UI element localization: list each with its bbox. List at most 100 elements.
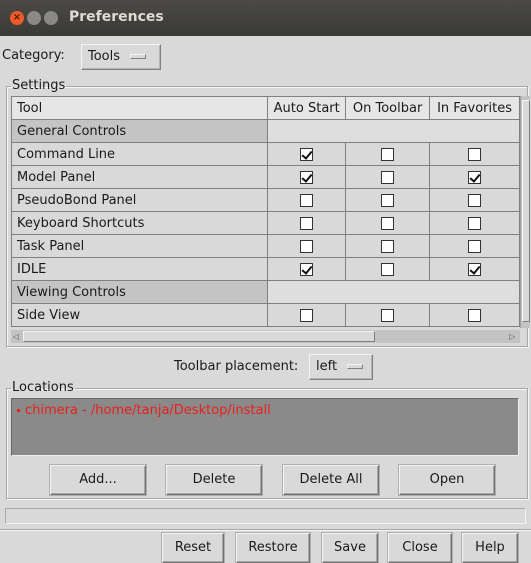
cell-on-toolbar bbox=[345, 257, 431, 281]
cell-on-toolbar bbox=[345, 165, 431, 189]
checkbox-icon[interactable] bbox=[381, 262, 395, 276]
table-row: PseudoBond Panel bbox=[10, 188, 520, 212]
table-row: Keyboard Shortcuts bbox=[10, 211, 520, 235]
table-row: IDLE bbox=[10, 257, 520, 281]
checkbox-icon[interactable] bbox=[300, 308, 314, 322]
cell-in-favorites bbox=[429, 165, 520, 189]
column-header-tool[interactable]: Tool bbox=[10, 96, 269, 120]
cell-auto-start bbox=[267, 257, 347, 281]
tool-name: PseudoBond Panel bbox=[10, 188, 269, 212]
column-header-auto-start[interactable]: Auto Start bbox=[267, 96, 347, 120]
cell-on-toolbar bbox=[345, 234, 431, 258]
table-row: Task Panel bbox=[10, 234, 520, 258]
toolbar-placement-option-menu[interactable]: left bbox=[309, 354, 373, 380]
cell-in-favorites bbox=[429, 211, 520, 235]
option-menu-indicator-icon bbox=[130, 54, 147, 59]
open-location-button[interactable]: Open bbox=[399, 465, 495, 495]
checkbox-icon[interactable] bbox=[468, 147, 482, 161]
tool-name: Side View bbox=[10, 303, 269, 327]
cell-auto-start bbox=[267, 188, 347, 212]
footer-divider bbox=[0, 529, 531, 530]
column-header-on-toolbar[interactable]: On Toolbar bbox=[345, 96, 431, 120]
delete-all-locations-button[interactable]: Delete All bbox=[283, 465, 379, 495]
group-spacer bbox=[267, 280, 520, 304]
table-row: Model Panel bbox=[10, 165, 520, 189]
location-path: chimera - /home/tanja/Desktop/install bbox=[25, 403, 271, 418]
scrollbar-thumb[interactable] bbox=[522, 100, 530, 322]
tools-table-body: General Controls Command Line Model Panel P… bbox=[10, 119, 520, 327]
toolbar-placement-row: Toolbar placement: left bbox=[0, 354, 531, 382]
cell-in-favorites bbox=[429, 188, 520, 212]
tool-name: IDLE bbox=[10, 257, 269, 281]
scroll-right-icon[interactable]: ▷ bbox=[509, 332, 515, 341]
checkbox-icon[interactable] bbox=[381, 170, 395, 184]
restore-button[interactable]: Restore bbox=[236, 533, 310, 563]
cell-on-toolbar bbox=[345, 142, 431, 166]
group-name: Viewing Controls bbox=[10, 280, 269, 304]
maximize-icon[interactable] bbox=[44, 11, 58, 25]
close-icon[interactable]: × bbox=[10, 11, 24, 25]
checkbox-icon[interactable] bbox=[381, 308, 395, 322]
category-row: Category: Tools bbox=[0, 36, 531, 76]
settings-horizontal-scrollbar[interactable]: ◁ ▷ bbox=[11, 330, 520, 343]
category-value: Tools bbox=[88, 49, 121, 64]
tools-table: Tool Auto Start On Toolbar In Favorites … bbox=[10, 96, 520, 327]
cell-auto-start bbox=[267, 234, 347, 258]
checkbox-icon[interactable] bbox=[468, 193, 482, 207]
cell-on-toolbar bbox=[345, 211, 431, 235]
column-header-in-favorites[interactable]: In Favorites bbox=[429, 96, 520, 120]
checkbox-icon[interactable] bbox=[300, 239, 314, 253]
add-location-button[interactable]: Add... bbox=[50, 465, 146, 495]
table-group-row: General Controls bbox=[10, 119, 520, 143]
checkbox-icon[interactable] bbox=[468, 262, 482, 276]
save-button[interactable]: Save bbox=[322, 533, 378, 563]
tool-name: Model Panel bbox=[10, 165, 269, 189]
close-button[interactable]: Close bbox=[388, 533, 452, 563]
category-label: Category: bbox=[2, 48, 65, 63]
checkbox-icon[interactable] bbox=[468, 216, 482, 230]
group-name: General Controls bbox=[10, 119, 269, 143]
option-menu-indicator-icon bbox=[347, 364, 364, 369]
checkbox-icon[interactable] bbox=[468, 308, 482, 322]
cell-in-favorites bbox=[429, 142, 520, 166]
minimize-icon[interactable] bbox=[27, 11, 41, 25]
table-row: Command Line bbox=[10, 142, 520, 166]
table-group-row: Viewing Controls bbox=[10, 280, 520, 304]
cell-auto-start bbox=[267, 142, 347, 166]
cell-auto-start bbox=[267, 165, 347, 189]
locations-list[interactable]: chimera - /home/tanja/Desktop/install bbox=[11, 398, 519, 456]
category-option-menu[interactable]: Tools bbox=[81, 44, 161, 70]
checkbox-icon[interactable] bbox=[300, 170, 314, 184]
group-spacer bbox=[267, 119, 520, 143]
cell-in-favorites bbox=[429, 303, 520, 327]
checkbox-icon[interactable] bbox=[381, 193, 395, 207]
table-header-row: Tool Auto Start On Toolbar In Favorites bbox=[10, 96, 520, 120]
checkbox-icon[interactable] bbox=[381, 147, 395, 161]
checkbox-icon[interactable] bbox=[300, 262, 314, 276]
checkbox-icon[interactable] bbox=[468, 239, 482, 253]
checkbox-icon[interactable] bbox=[381, 239, 395, 253]
table-row: Side View bbox=[10, 303, 520, 327]
checkbox-icon[interactable] bbox=[468, 170, 482, 184]
window-title: Preferences bbox=[69, 9, 164, 25]
checkbox-icon[interactable] bbox=[300, 216, 314, 230]
status-line bbox=[5, 508, 526, 524]
toolbar-placement-label: Toolbar placement: bbox=[174, 359, 299, 374]
delete-location-button[interactable]: Delete bbox=[166, 465, 262, 495]
scroll-left-icon[interactable]: ◁ bbox=[13, 332, 19, 341]
checkbox-icon[interactable] bbox=[300, 147, 314, 161]
list-item[interactable]: chimera - /home/tanja/Desktop/install bbox=[17, 403, 271, 418]
tool-name: Command Line bbox=[10, 142, 269, 166]
cell-auto-start bbox=[267, 211, 347, 235]
locations-legend: Locations bbox=[12, 380, 74, 395]
reset-button[interactable]: Reset bbox=[162, 533, 224, 563]
cell-in-favorites bbox=[429, 257, 520, 281]
tool-name: Keyboard Shortcuts bbox=[10, 211, 269, 235]
toolbar-placement-value: left bbox=[316, 359, 338, 374]
checkbox-icon[interactable] bbox=[300, 193, 314, 207]
cell-on-toolbar bbox=[345, 303, 431, 327]
settings-vertical-scrollbar[interactable] bbox=[520, 96, 530, 328]
checkbox-icon[interactable] bbox=[381, 216, 395, 230]
help-button[interactable]: Help bbox=[462, 533, 518, 563]
scrollbar-thumb[interactable] bbox=[23, 331, 375, 342]
